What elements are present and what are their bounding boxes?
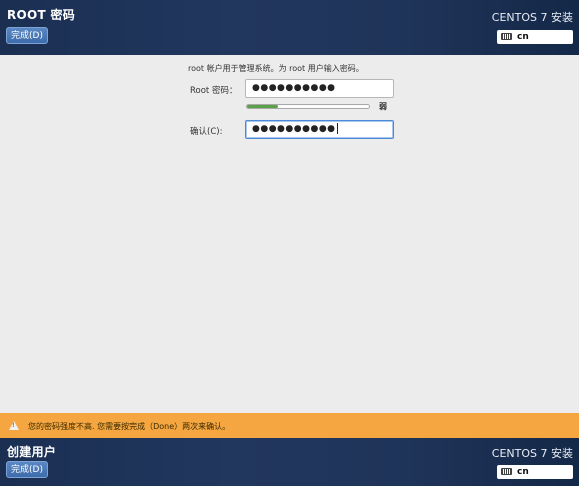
root-password-label: Root 密码： — [190, 86, 238, 96]
root-password-value: ●●●●●●●●●● — [252, 83, 336, 93]
product-title: CENTOS 7 安装 — [491, 11, 573, 24]
bottom-header-bar: 创建用户 完成(D) CENTOS 7 安装 cn — [0, 438, 579, 486]
top-header-bar: ROOT 密码 完成(D) CENTOS 7 安装 cn — [0, 0, 579, 55]
keyboard-icon — [501, 468, 512, 475]
password-strength-fill — [247, 105, 278, 108]
password-strength-meter — [246, 104, 370, 109]
keyboard-layout-indicator[interactable]: cn — [497, 30, 573, 44]
done-button[interactable]: 完成(D) — [6, 27, 48, 44]
warning-bar: 您的密码强度不高. 您需要按完成（Done）两次来确认。 — [0, 413, 579, 438]
warning-icon — [9, 421, 19, 430]
keyboard-icon — [501, 33, 512, 40]
root-password-input[interactable]: ●●●●●●●●●● — [245, 79, 394, 98]
bottom-keyboard-layout-indicator[interactable]: cn — [497, 465, 573, 479]
password-strength-text: 弱 — [379, 102, 387, 111]
confirm-password-label: 确认(C): — [190, 127, 223, 137]
form-description: root 帐户用于管理系统。为 root 用户输入密码。 — [188, 64, 364, 73]
page-title: ROOT 密码 — [7, 8, 76, 22]
text-caret — [336, 123, 338, 134]
bottom-keyboard-layout-label: cn — [517, 467, 529, 477]
keyboard-layout-label: cn — [517, 32, 529, 42]
bottom-done-button[interactable]: 完成(D) — [6, 461, 48, 478]
bottom-page-title: 创建用户 — [7, 445, 57, 459]
confirm-password-input[interactable]: ●●●●●●●●●● — [245, 120, 394, 139]
confirm-password-value: ●●●●●●●●●● — [252, 124, 336, 134]
warning-text: 您的密码强度不高. 您需要按完成（Done）两次来确认。 — [28, 422, 231, 431]
bottom-product-title: CENTOS 7 安装 — [491, 447, 573, 460]
